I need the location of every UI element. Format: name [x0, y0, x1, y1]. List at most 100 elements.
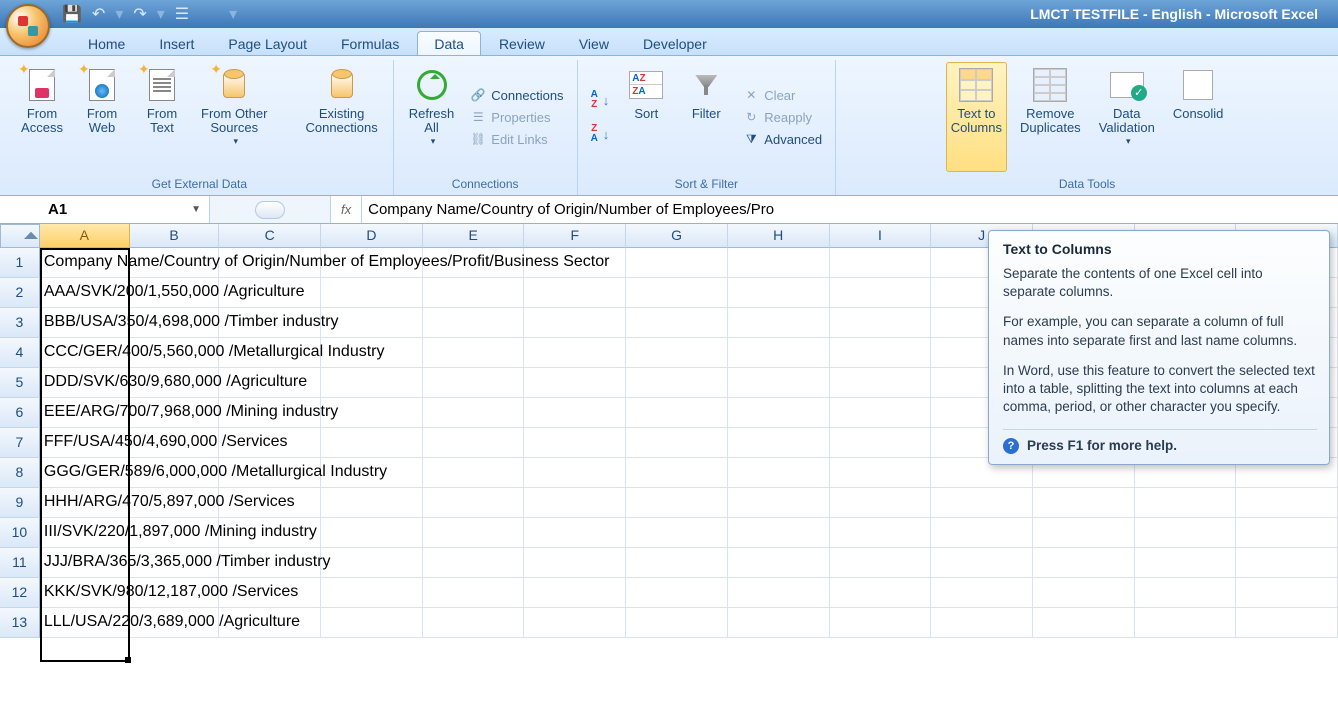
consolidate-button[interactable]: Consolid — [1168, 62, 1229, 172]
cell-F4[interactable] — [524, 338, 626, 368]
col-header-G[interactable]: G — [626, 224, 728, 248]
cell-J10[interactable] — [931, 518, 1033, 548]
cell-G10[interactable] — [626, 518, 728, 548]
cell-D11[interactable] — [321, 548, 423, 578]
cell-E7[interactable] — [423, 428, 525, 458]
cell-M10[interactable] — [1236, 518, 1338, 548]
tab-developer[interactable]: Developer — [627, 32, 723, 55]
cell-E6[interactable] — [423, 398, 525, 428]
cell-K11[interactable] — [1033, 548, 1135, 578]
cell-A4[interactable]: CCC/GER/400/5,560,000 /Metallurgical Ind… — [40, 338, 130, 368]
cell-F2[interactable] — [524, 278, 626, 308]
tab-review[interactable]: Review — [483, 32, 561, 55]
cell-G11[interactable] — [626, 548, 728, 578]
tab-formulas[interactable]: Formulas — [325, 32, 415, 55]
cell-M13[interactable] — [1236, 608, 1338, 638]
cell-I1[interactable] — [830, 248, 932, 278]
qat-print-icon[interactable]: ☰ — [175, 4, 189, 24]
cell-A3[interactable]: BBB/USA/350/4,698,000 /Timber industry — [40, 308, 130, 338]
filter-button[interactable]: Filter — [680, 62, 732, 172]
cell-G3[interactable] — [626, 308, 728, 338]
col-header-B[interactable]: B — [130, 224, 220, 248]
edit-links-button[interactable]: ⛓Edit Links — [467, 130, 566, 148]
tab-data[interactable]: Data — [417, 31, 481, 55]
refresh-all-button[interactable]: Refresh All — [404, 62, 460, 172]
cell-H5[interactable] — [728, 368, 830, 398]
cell-A2[interactable]: AAA/SVK/200/1,550,000 /Agriculture — [40, 278, 130, 308]
row-header[interactable]: 2 — [0, 278, 40, 308]
select-all-box[interactable] — [0, 224, 40, 248]
sort-button[interactable]: AZZA Sort — [620, 62, 672, 172]
cell-G5[interactable] — [626, 368, 728, 398]
cell-L9[interactable] — [1135, 488, 1237, 518]
tab-insert[interactable]: Insert — [143, 32, 210, 55]
advanced-button[interactable]: ⧩Advanced — [740, 130, 825, 148]
col-header-H[interactable]: H — [728, 224, 830, 248]
cell-F11[interactable] — [524, 548, 626, 578]
cell-I4[interactable] — [830, 338, 932, 368]
data-validation-button[interactable]: Data Validation — [1094, 62, 1160, 172]
row-header[interactable]: 9 — [0, 488, 40, 518]
clear-button[interactable]: ✕Clear — [740, 86, 825, 104]
cell-H9[interactable] — [728, 488, 830, 518]
row-header[interactable]: 7 — [0, 428, 40, 458]
cell-I11[interactable] — [830, 548, 932, 578]
row-header[interactable]: 5 — [0, 368, 40, 398]
cell-F9[interactable] — [524, 488, 626, 518]
qat-redo-icon[interactable]: ↷ — [133, 4, 146, 24]
row-header[interactable]: 13 — [0, 608, 40, 638]
cell-D9[interactable] — [321, 488, 423, 518]
cell-A10[interactable]: III/SVK/220/1,897,000 /Mining industry — [40, 518, 130, 548]
cell-E4[interactable] — [423, 338, 525, 368]
col-header-D[interactable]: D — [321, 224, 423, 248]
col-header-E[interactable]: E — [423, 224, 525, 248]
existing-connections-button[interactable]: Existing Connections — [300, 62, 382, 172]
row-header[interactable]: 1 — [0, 248, 40, 278]
qat-save-icon[interactable]: 💾 — [62, 4, 82, 24]
qat-redo-dd[interactable]: ▾ — [157, 4, 165, 24]
tab-home[interactable]: Home — [72, 32, 141, 55]
cell-I6[interactable] — [830, 398, 932, 428]
office-button[interactable] — [6, 4, 50, 48]
cell-G2[interactable] — [626, 278, 728, 308]
cell-I7[interactable] — [830, 428, 932, 458]
cell-M12[interactable] — [1236, 578, 1338, 608]
cell-M9[interactable] — [1236, 488, 1338, 518]
cell-G8[interactable] — [626, 458, 728, 488]
cell-J13[interactable] — [931, 608, 1033, 638]
col-header-A[interactable]: A — [40, 224, 130, 248]
cell-E12[interactable] — [423, 578, 525, 608]
cell-E13[interactable] — [423, 608, 525, 638]
cell-D7[interactable] — [321, 428, 423, 458]
col-header-F[interactable]: F — [524, 224, 626, 248]
sort-desc-button[interactable]: ZA↓ — [588, 123, 613, 145]
cell-H2[interactable] — [728, 278, 830, 308]
cell-F7[interactable] — [524, 428, 626, 458]
row-header[interactable]: 12 — [0, 578, 40, 608]
cell-H7[interactable] — [728, 428, 830, 458]
cell-I9[interactable] — [830, 488, 932, 518]
cell-J9[interactable] — [931, 488, 1033, 518]
cell-I5[interactable] — [830, 368, 932, 398]
cell-J12[interactable] — [931, 578, 1033, 608]
cancel-oval[interactable] — [255, 201, 285, 219]
reapply-button[interactable]: ↻Reapply — [740, 108, 825, 126]
cell-G1[interactable] — [626, 248, 728, 278]
cell-A13[interactable]: LLL/USA/220/3,689,000 /Agriculture — [40, 608, 130, 638]
cell-I3[interactable] — [830, 308, 932, 338]
cell-D10[interactable] — [321, 518, 423, 548]
cell-D12[interactable] — [321, 578, 423, 608]
cell-H1[interactable] — [728, 248, 830, 278]
cell-D13[interactable] — [321, 608, 423, 638]
cell-D5[interactable] — [321, 368, 423, 398]
col-header-I[interactable]: I — [830, 224, 932, 248]
qat-undo-icon[interactable]: ↶ — [92, 4, 105, 24]
cell-I13[interactable] — [830, 608, 932, 638]
cell-K12[interactable] — [1033, 578, 1135, 608]
cell-L13[interactable] — [1135, 608, 1237, 638]
row-header[interactable]: 3 — [0, 308, 40, 338]
cell-G6[interactable] — [626, 398, 728, 428]
row-header[interactable]: 8 — [0, 458, 40, 488]
cell-A7[interactable]: FFF/USA/450/4,690,000 /Services — [40, 428, 130, 458]
connections-button[interactable]: 🔗Connections — [467, 86, 566, 104]
